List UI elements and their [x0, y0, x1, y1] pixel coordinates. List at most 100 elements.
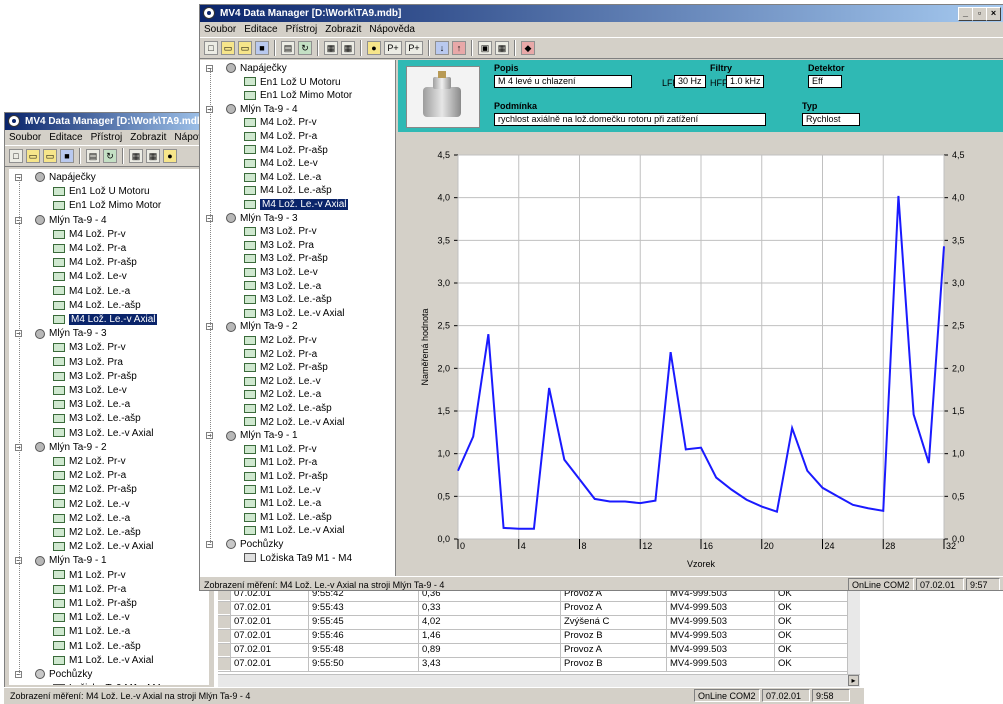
table-horizontal-scrollbar[interactable]: ▸ — [218, 674, 860, 687]
tree-node-item[interactable]: M4 Lož. Le.-v Axial — [53, 313, 158, 327]
tree-node-item[interactable]: M3 Lož. Le.-v Axial — [244, 307, 344, 321]
tree-node-group[interactable]: Mlýn Ta-9 - 2 — [226, 320, 298, 334]
tree-node-group[interactable]: Mlýn Ta-9 - 4 — [226, 103, 298, 117]
tree-node-item[interactable]: M1 Lož. Le.-a — [53, 625, 130, 639]
refresh-icon[interactable]: ↻ — [103, 149, 117, 163]
tree-node-item[interactable]: M2 Lož. Pr-a — [244, 348, 317, 362]
back-menu-soubor[interactable]: Soubor — [9, 130, 41, 145]
tree-node-item[interactable]: M3 Lož. Le.-a — [53, 398, 130, 412]
scroll-right-icon[interactable]: ▸ — [848, 675, 859, 686]
front-menu-editace[interactable]: Editace — [244, 22, 277, 37]
device-icon[interactable]: ▦ — [129, 149, 143, 163]
minimize-icon[interactable]: _ — [958, 7, 973, 21]
tree-node-item[interactable]: M2 Lož. Pr-ašp — [53, 483, 137, 497]
tree-node-group[interactable]: Mlýn Ta-9 - 3 — [226, 212, 298, 226]
tree-node-item[interactable]: M2 Lož. Le.-v Axial — [244, 416, 344, 430]
tree-node-item[interactable]: M2 Lož. Le.-a — [53, 512, 130, 526]
connect-icon[interactable]: ● — [367, 41, 381, 55]
about-icon[interactable]: ◆ — [521, 41, 535, 55]
tree-node-item[interactable]: M2 Lož. Le.-v — [244, 375, 321, 389]
tree-node-item[interactable]: M4 Lož. Pr-ašp — [244, 144, 328, 158]
table-vertical-scrollbar[interactable] — [847, 588, 860, 674]
tree-node-group[interactable]: Pochůzky — [35, 668, 92, 682]
front-menu-pristroj[interactable]: Přístroj — [286, 22, 318, 37]
tree-node-item[interactable]: M4 Lož. Le.-a — [244, 171, 321, 185]
tree-node-item[interactable]: M4 Lož. Pr-v — [244, 116, 317, 130]
tree-node-group[interactable]: Pochůzky — [226, 538, 283, 552]
open-folder-icon[interactable]: ▭ — [26, 149, 40, 163]
tree-node-item[interactable]: M2 Lož. Le.-v Axial — [53, 540, 153, 554]
table-row[interactable]: 07.02.01 9:55:45 4,02 Zvýšená C MV4-999.503 O… — [218, 616, 848, 630]
tree-node-item[interactable]: En1 Lož U Motoru — [244, 76, 341, 90]
tree-node-group[interactable]: Mlýn Ta-9 - 1 — [226, 429, 298, 443]
tree-node-item[interactable]: M2 Lož. Le.-v — [53, 498, 130, 512]
maximize-icon[interactable]: ▫ — [972, 7, 987, 21]
tree-node-item[interactable]: M4 Lož. Le.-ašp — [244, 184, 332, 198]
tree-node-item[interactable]: M1 Lož. Pr-v — [53, 569, 126, 583]
sort-ascending-icon[interactable]: ↓ — [435, 41, 449, 55]
sort-descending-icon[interactable]: ↑ — [452, 41, 466, 55]
close-icon[interactable]: × — [986, 7, 1001, 21]
open-folder-icon[interactable]: ▭ — [221, 41, 235, 55]
back-menu-zobrazit[interactable]: Zobrazit — [130, 130, 166, 145]
new-folder-icon[interactable]: ▭ — [238, 41, 252, 55]
tree-node-item[interactable]: M2 Lož. Le.-ašp — [53, 526, 141, 540]
tree-node-item[interactable]: M1 Lož. Le.-ašp — [53, 640, 141, 654]
tree-node-item[interactable]: M4 Lož. Le.-v Axial — [244, 198, 349, 212]
tree-node-item[interactable]: M1 Lož. Le.-v — [244, 484, 321, 498]
data-table[interactable]: 07.02.01 9:55:42 0,36 Provoz A MV4-999.503 OK… — [218, 588, 860, 687]
device-transfer-icon[interactable]: ▦ — [146, 149, 160, 163]
table-row[interactable]: 07.02.01 9:55:50 3,43 Provoz B MV4-999.503 OK — [218, 658, 848, 672]
tree-node-group[interactable]: Mlýn Ta-9 - 3 — [35, 327, 107, 341]
back-menu-pristroj[interactable]: Přístroj — [91, 130, 123, 145]
print-icon[interactable]: ▤ — [281, 41, 295, 55]
tree-node-item[interactable]: M4 Lož. Pr-a — [53, 242, 126, 256]
grid-icon[interactable]: ▦ — [495, 41, 509, 55]
tree-node-item[interactable]: M3 Lož. Le-v — [244, 266, 318, 280]
front-menu-zobrazit[interactable]: Zobrazit — [325, 22, 361, 37]
tree-node-item[interactable]: M4 Lož. Pr-v — [53, 228, 126, 242]
tree-node-item[interactable]: M1 Lož. Pr-ašp — [53, 597, 137, 611]
tree-node-item[interactable]: M1 Lož. Pr-a — [244, 456, 317, 470]
tree-node-item[interactable]: Ložiska Ta9 M1 - M4 — [53, 682, 161, 685]
tree-node-item[interactable]: M3 Lož. Pr-ašp — [244, 252, 328, 266]
tree-node-item[interactable]: M1 Lož. Le.-ašp — [244, 511, 332, 525]
tree-node-item[interactable]: M4 Lož. Le.-a — [53, 285, 130, 299]
front-menu-soubor[interactable]: Soubor — [204, 22, 236, 37]
tree-node-item[interactable]: Ložiska Ta9 M1 - M4 — [244, 552, 352, 566]
back-menu-editace[interactable]: Editace — [49, 130, 82, 145]
tree-node-item[interactable]: M3 Lož. Le.-ašp — [244, 293, 332, 307]
tree-node-item[interactable]: M3 Lož. Pr-ašp — [53, 370, 137, 384]
print-icon[interactable]: ▤ — [86, 149, 100, 163]
tree-node-item[interactable]: M3 Lož. Le-v — [53, 384, 127, 398]
new-file-icon[interactable]: □ — [204, 41, 218, 55]
tree-node-item[interactable]: M4 Lož. Pr-ašp — [53, 256, 137, 270]
table-row[interactable]: 07.02.01 9:55:46 1,46 Provoz B MV4-999.503 OK — [218, 630, 848, 644]
device-transfer-icon[interactable]: ▦ — [341, 41, 355, 55]
tree-node-group[interactable]: Napáječky — [226, 62, 287, 76]
tree-node-item[interactable]: M3 Lož. Pra — [53, 356, 123, 370]
front-title-bar[interactable]: MV4 Data Manager [D:\Work\TA9.mdb] _ ▫ × — [200, 5, 1003, 22]
tree-node-item[interactable]: M3 Lož. Le.-a — [244, 280, 321, 294]
save-icon[interactable]: ■ — [255, 41, 269, 55]
tree-node-item[interactable]: En1 Lož U Motoru — [53, 185, 150, 199]
back-title-bar[interactable]: MV4 Data Manager [D:\Work\TA9.mdb] — [5, 113, 214, 130]
tree-node-item[interactable]: M1 Lož. Pr-v — [244, 443, 317, 457]
tree-node-item[interactable]: M3 Lož. Le.-v Axial — [53, 427, 153, 441]
tree-node-group[interactable]: Napáječky — [35, 171, 96, 185]
windows-icon[interactable]: ▣ — [478, 41, 492, 55]
tree-node-item[interactable]: M3 Lož. Pra — [244, 239, 314, 253]
next-point-alt-icon[interactable]: P+ — [405, 41, 423, 55]
tree-node-group[interactable]: Mlýn Ta-9 - 1 — [35, 554, 107, 568]
tree-node-item[interactable]: M2 Lož. Pr-a — [53, 469, 126, 483]
tree-node-item[interactable]: M1 Lož. Le.-v Axial — [244, 524, 344, 538]
connect-icon[interactable]: ● — [163, 149, 177, 163]
tree-node-item[interactable]: M1 Lož. Le.-v Axial — [53, 654, 153, 668]
tree-node-item[interactable]: M2 Lož. Pr-v — [53, 455, 126, 469]
tree-node-item[interactable]: En1 Lož Mimo Motor — [244, 89, 352, 103]
front-tree-view[interactable]: Napáječky − En1 Lož U Motoru En1 Lož Mimo M… — [200, 60, 396, 580]
tree-node-group[interactable]: Mlýn Ta-9 - 4 — [35, 214, 107, 228]
tree-node-item[interactable]: M2 Lož. Le.-a — [244, 388, 321, 402]
tree-node-item[interactable]: M3 Lož. Le.-ašp — [53, 412, 141, 426]
tree-node-item[interactable]: M4 Lož. Le-v — [53, 270, 127, 284]
